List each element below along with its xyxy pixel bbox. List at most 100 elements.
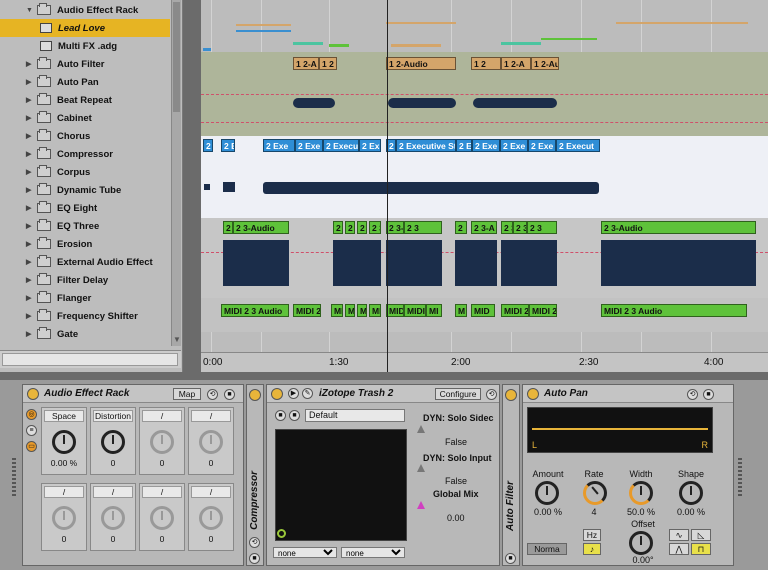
- hot-swap-icon[interactable]: ⟲: [486, 389, 497, 400]
- scroll-down-arrow-icon[interactable]: ▼: [172, 335, 182, 344]
- clip[interactable]: 2 3-A: [471, 221, 497, 234]
- hz-button[interactable]: Hz: [583, 529, 601, 541]
- clip[interactable]: 2: [357, 221, 367, 234]
- collapse-arrow-icon[interactable]: ▶: [26, 276, 34, 284]
- xy-pad[interactable]: [275, 429, 407, 541]
- clip[interactable]: 2 Ex: [359, 139, 381, 152]
- browser-item[interactable]: ▶ Flanger: [0, 289, 170, 307]
- timeline-ruler[interactable]: 0:00 1:30 2:00 2:30 4:00: [201, 352, 768, 372]
- clip[interactable]: MIDI 2: [529, 304, 557, 317]
- xy-handle[interactable]: [277, 529, 286, 538]
- triangle-wave-icon[interactable]: ⋀: [669, 543, 689, 555]
- clip[interactable]: MIDI 2: [293, 304, 321, 317]
- macro-control-5[interactable]: /0: [41, 483, 87, 551]
- track-lane-audio-2[interactable]: 2 2 E 2 Exe 2 Exe 2 Execu 2 Ex 2 2 Execu…: [201, 136, 768, 218]
- rack-power-button[interactable]: [27, 387, 39, 400]
- hot-swap-icon[interactable]: ⟲: [249, 537, 260, 548]
- clip[interactable]: 2 Exe: [500, 139, 528, 152]
- save-preset-icon[interactable]: ■: [224, 389, 235, 400]
- map-button[interactable]: Map: [173, 388, 201, 400]
- macro-control-1[interactable]: Space 0.00 %: [41, 407, 87, 475]
- collapse-arrow-icon[interactable]: ▶: [26, 204, 34, 212]
- chain-left-gripper[interactable]: [12, 458, 16, 498]
- param-slider-icon[interactable]: [417, 464, 425, 472]
- macro-control-7[interactable]: /0: [139, 483, 185, 551]
- macro-label[interactable]: /: [191, 486, 231, 498]
- browser-item[interactable]: ▶ Frequency Shifter: [0, 307, 170, 325]
- clip[interactable]: MI: [426, 304, 442, 317]
- clip[interactable]: 2 Exe: [263, 139, 295, 152]
- playhead[interactable]: [387, 0, 388, 372]
- param-slider-icon[interactable]: [417, 425, 425, 433]
- clip[interactable]: 2: [203, 139, 213, 152]
- clip[interactable]: MIDI 2 3 Audio: [601, 304, 747, 317]
- collapse-arrow-icon[interactable]: ▶: [26, 258, 34, 266]
- clip[interactable]: 1 2: [319, 57, 337, 70]
- macro-knob[interactable]: [52, 430, 76, 454]
- clip[interactable]: 2 3: [513, 221, 527, 234]
- collapse-arrow-icon[interactable]: ▶: [26, 240, 34, 248]
- macro-label[interactable]: /: [93, 486, 133, 498]
- clip[interactable]: 2 3-Audio: [233, 221, 289, 234]
- clip[interactable]: 2 3: [369, 221, 381, 234]
- devices-view-icon[interactable]: ▭: [26, 441, 37, 452]
- collapse-arrow-icon[interactable]: ▶: [26, 60, 34, 68]
- clip[interactable]: M: [345, 304, 355, 317]
- macro-control-8[interactable]: /0: [188, 483, 234, 551]
- browser-item[interactable]: ▶ Chorus: [0, 127, 170, 145]
- param-slider-icon[interactable]: [417, 501, 425, 509]
- offset-knob[interactable]: [629, 531, 653, 555]
- macro-label[interactable]: /: [142, 410, 182, 422]
- clip[interactable]: 1 2-A: [293, 57, 319, 70]
- browser-item[interactable]: ▶ External Audio Effect: [0, 253, 170, 271]
- track-lane-midi-2[interactable]: MIDI 2 3 Audio MIDI 2 MI M M MI MID MIDI…: [201, 298, 768, 332]
- width-knob[interactable]: [629, 481, 653, 505]
- clip[interactable]: 2 3-: [386, 221, 404, 234]
- expand-arrow-icon[interactable]: ▼: [26, 7, 34, 14]
- chain-list-icon[interactable]: ≡: [26, 425, 37, 436]
- configure-button[interactable]: Configure: [435, 388, 481, 400]
- macro-knob[interactable]: [199, 506, 223, 530]
- collapse-arrow-icon[interactable]: ▶: [26, 114, 34, 122]
- clip[interactable]: 2 3: [404, 221, 442, 234]
- macro-dropdown-1[interactable]: none: [273, 547, 337, 558]
- macro-knob[interactable]: [101, 430, 125, 454]
- clip[interactable]: 2 3-Audio: [601, 221, 756, 234]
- clip[interactable]: 2 Exe: [295, 139, 323, 152]
- browser-item[interactable]: ▼ Audio Effect Rack: [0, 1, 170, 19]
- track-lane-audio-3[interactable]: 2 2 3-Audio 2 2 2 2 3 2 3- 2 3 2 2 3-A 2…: [201, 218, 768, 298]
- browser-item[interactable]: ▶ Dynamic Tube: [0, 181, 170, 199]
- hot-swap-icon[interactable]: ⟲: [207, 389, 218, 400]
- compressor-power-button[interactable]: [249, 389, 261, 401]
- clip[interactable]: 2 Exe: [472, 139, 500, 152]
- sine-wave-icon[interactable]: ∿: [669, 529, 689, 541]
- clip[interactable]: M: [455, 304, 467, 317]
- macro-knob[interactable]: [199, 430, 223, 454]
- clip[interactable]: 1 2: [471, 57, 501, 70]
- macro-knob[interactable]: [150, 430, 174, 454]
- clip[interactable]: 2 3: [501, 221, 513, 234]
- hot-swap-icon[interactable]: ⟲: [687, 389, 698, 400]
- clip[interactable]: MI: [331, 304, 343, 317]
- clip[interactable]: 1 2-Au: [531, 57, 559, 70]
- macro-dropdown-2[interactable]: none: [341, 547, 405, 558]
- clip[interactable]: 2 E: [221, 139, 235, 152]
- clip[interactable]: M: [357, 304, 367, 317]
- shape-knob[interactable]: [679, 481, 703, 505]
- scrollbar-thumb[interactable]: [173, 2, 180, 112]
- sync-note-icon[interactable]: ♪: [583, 543, 601, 555]
- wrench-icon[interactable]: ✎: [302, 388, 313, 399]
- macro-knob[interactable]: [150, 506, 174, 530]
- macro-label[interactable]: Space: [44, 410, 84, 422]
- clip[interactable]: 2 Exe: [528, 139, 556, 152]
- collapse-arrow-icon[interactable]: ▶: [26, 78, 34, 86]
- clip[interactable]: 2: [455, 221, 467, 234]
- browser-item[interactable]: ▶ EQ Eight: [0, 199, 170, 217]
- preset-field[interactable]: Default: [305, 409, 405, 422]
- clip[interactable]: 1 2-Audio: [386, 57, 456, 70]
- browser-scrollbar[interactable]: ▼: [171, 0, 181, 346]
- auto-filter-power-button[interactable]: [505, 389, 517, 401]
- collapse-arrow-icon[interactable]: ▶: [26, 150, 34, 158]
- macro-control-4[interactable]: /0: [188, 407, 234, 475]
- amount-knob[interactable]: [535, 481, 559, 505]
